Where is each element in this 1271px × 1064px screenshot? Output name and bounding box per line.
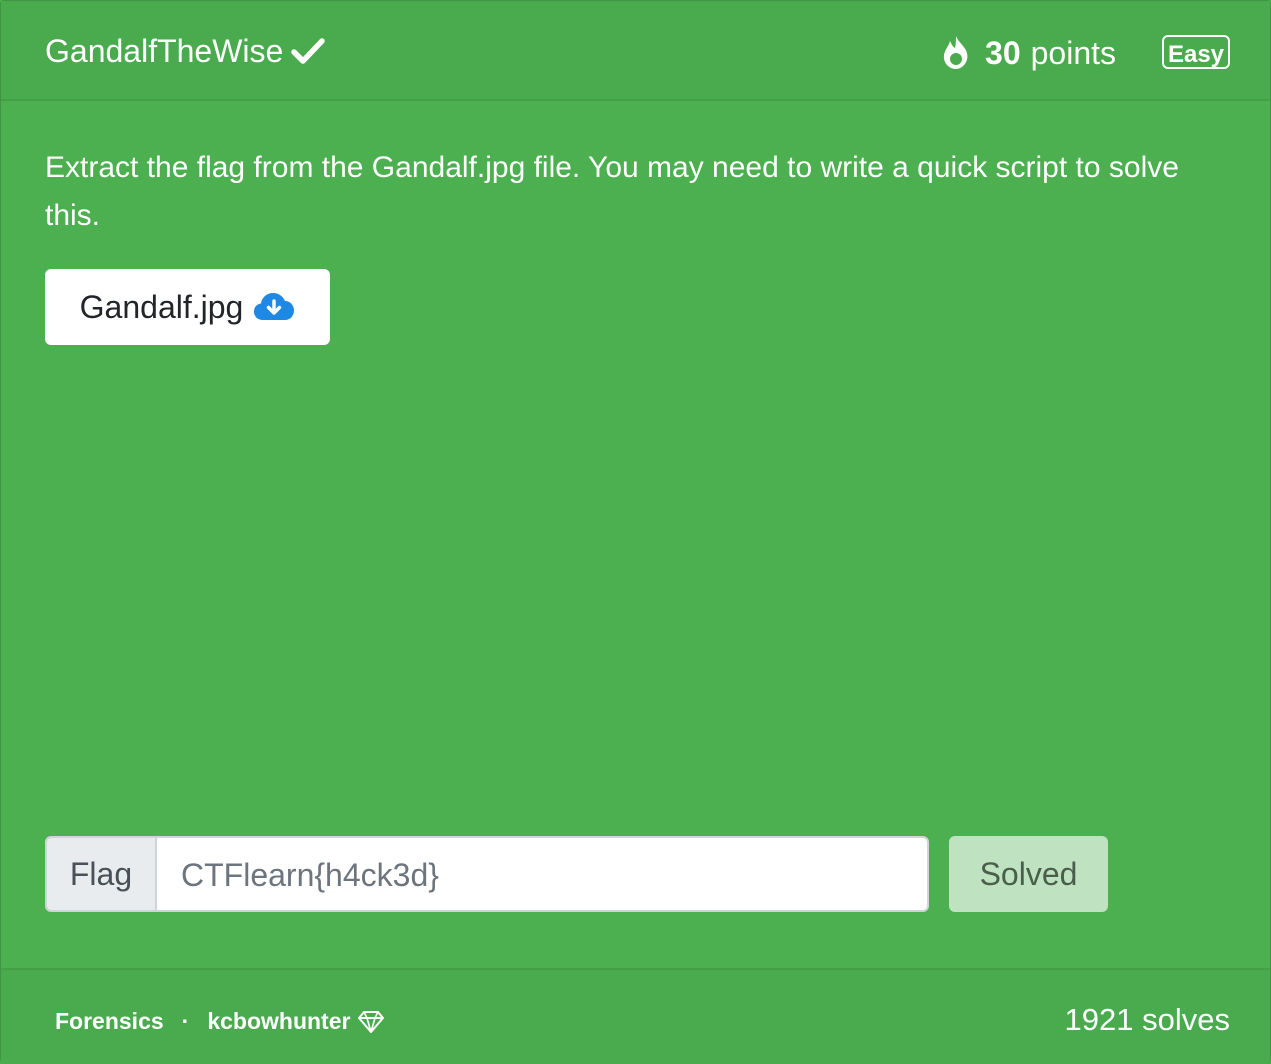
points-unit: points — [1030, 35, 1116, 71]
cloud-download-icon — [253, 292, 295, 322]
difficulty-badge: Easy — [1162, 35, 1230, 69]
challenge-meta: Forensics · kcbowhunter — [55, 1008, 385, 1035]
fire-icon — [941, 35, 971, 71]
card-footer: Forensics · kcbowhunter 1921 solves — [1, 968, 1270, 1064]
flag-input[interactable] — [157, 838, 927, 910]
challenge-title[interactable]: GandalfTheWise — [45, 31, 283, 71]
category-link[interactable]: Forensics — [55, 1008, 164, 1035]
challenge-card: GandalfTheWise 30 points Easy Extract th… — [0, 0, 1271, 1064]
solved-button[interactable]: Solved — [949, 836, 1108, 912]
points-display: 30 points — [941, 31, 1116, 75]
check-icon — [291, 37, 326, 65]
points-value: 30 — [985, 35, 1021, 71]
gem-icon — [357, 1010, 385, 1034]
card-header: GandalfTheWise 30 points Easy — [1, 1, 1270, 101]
solves-count: 1921 solves — [1064, 1002, 1230, 1037]
flag-label: Flag — [47, 838, 157, 910]
challenge-description: Extract the flag from the Gandalf.jpg fi… — [45, 151, 1179, 232]
flag-input-group: Flag — [45, 836, 929, 912]
challenge-title-group: GandalfTheWise — [45, 31, 326, 71]
download-file-button[interactable]: Gandalf.jpg — [45, 269, 330, 345]
meta-separator: · — [181, 1008, 190, 1034]
author-link[interactable]: kcbowhunter — [207, 1008, 350, 1035]
file-name: Gandalf.jpg — [79, 288, 244, 325]
